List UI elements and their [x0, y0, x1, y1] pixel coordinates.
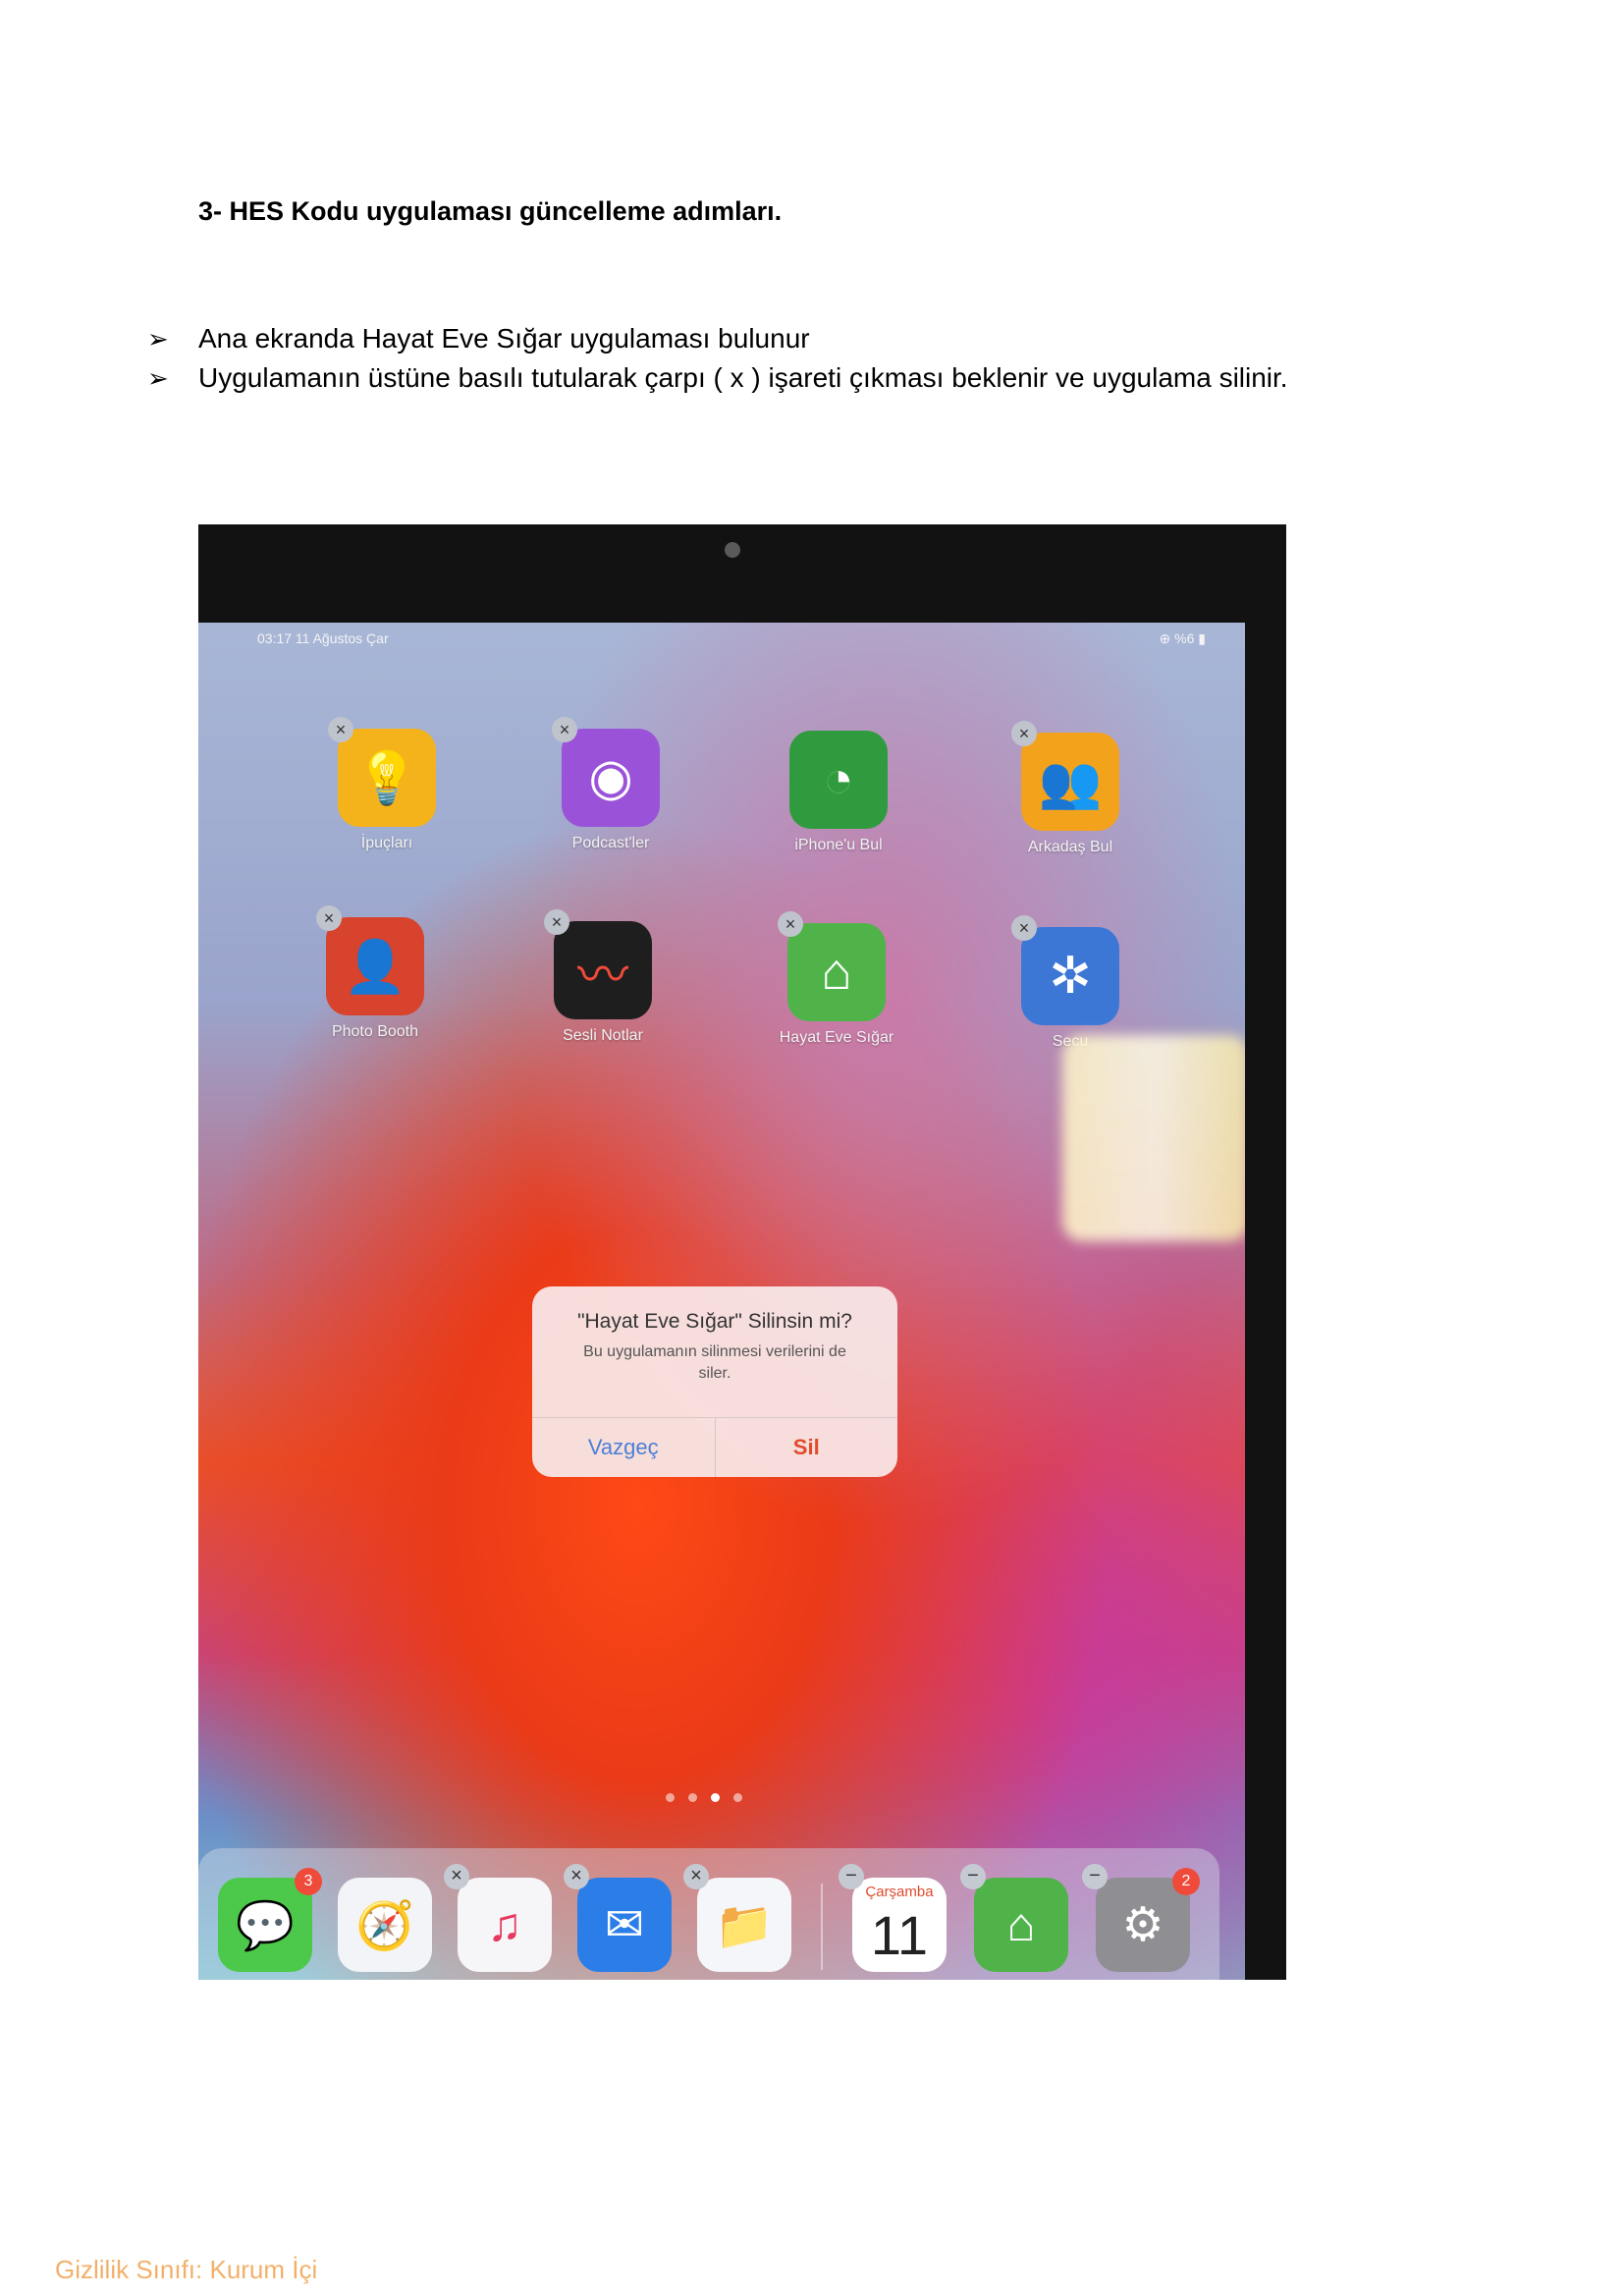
page-dot-active: [711, 1793, 720, 1802]
ipad-home-screen: 03:17 11 Ağustos Çar ⊕ %6 ▮ 💡 × İpuçları…: [198, 623, 1245, 1980]
friends-icon: 👥 ×: [1011, 721, 1119, 831]
delete-confirm-alert: "Hayat Eve Sığar" Silinsin mi? Bu uygula…: [532, 1286, 897, 1477]
page-indicator[interactable]: [666, 1793, 742, 1802]
dock-separator: [821, 1884, 823, 1970]
app-label: İpuçları: [360, 835, 413, 851]
status-battery: ⊕ %6 ▮: [1160, 630, 1206, 647]
app-podcasts[interactable]: ◉ × Podcast'ler: [532, 717, 689, 852]
light-glare: [1062, 1035, 1245, 1241]
classification-footer: Gizlilik Sınıfı: Kurum İçi: [55, 2255, 318, 2284]
lightbulb-icon: 💡 ×: [328, 717, 436, 827]
delete-badge-icon[interactable]: ×: [444, 1864, 469, 1889]
calendar-day: Çarşamba: [865, 1884, 934, 1900]
battery-icon: ▮: [1198, 630, 1206, 646]
app-ipuclari[interactable]: 💡 × İpuçları: [308, 717, 465, 852]
settings-badge: 2: [1172, 1868, 1200, 1895]
ipad-photo: 03:17 11 Ağustos Çar ⊕ %6 ▮ 💡 × İpuçları…: [198, 524, 1286, 1980]
status-time-date: 03:17 11 Ağustos Çar: [257, 630, 389, 646]
app-label: Sesli Notlar: [563, 1027, 643, 1044]
messages-icon[interactable]: 💬 3: [218, 1868, 322, 1972]
arrow-bullet-icon: ➢: [147, 363, 169, 393]
app-hayat-eve-sigar[interactable]: ⌂ × Hayat Eve Sığar: [758, 911, 915, 1047]
app-label: iPhone'u Bul: [794, 837, 883, 853]
arrow-bullet-icon: ➢: [147, 324, 169, 354]
dock: 💬 3 🧭 ♫ × ✉ × 📁 × − Çarşamba 11 ⌂ − ⚙ − …: [198, 1848, 1219, 1980]
house-hands-icon[interactable]: ⌂ −: [960, 1864, 1068, 1972]
app-label: Arkadaş Bul: [1027, 839, 1113, 855]
alert-title: "Hayat Eve Sığar" Silinsin mi?: [577, 1310, 852, 1333]
app-arkadas-bul[interactable]: 👥 × Arkadaş Bul: [992, 721, 1149, 856]
delete-badge-icon[interactable]: ×: [683, 1864, 709, 1889]
app-label: Podcast'ler: [571, 835, 650, 851]
document-heading: 3- HES Kodu uygulaması güncelleme adımla…: [198, 196, 783, 226]
files-icon[interactable]: 📁 ×: [683, 1864, 791, 1972]
delete-badge-icon[interactable]: ×: [316, 905, 342, 931]
app-iphoneu-bul[interactable]: ◔ iPhone'u Bul: [760, 731, 917, 854]
app-label: Photo Booth: [331, 1023, 419, 1040]
delete-badge-icon[interactable]: ×: [552, 717, 577, 742]
music-icon[interactable]: ♫ ×: [444, 1864, 552, 1972]
battery-percent: %6: [1174, 630, 1195, 646]
delete-button[interactable]: Sil: [716, 1418, 898, 1477]
app-security[interactable]: ✲ × Secu: [992, 915, 1149, 1051]
voice-memo-icon: 〰 ×: [544, 909, 652, 1019]
settings-gear-icon[interactable]: ⚙ − 2: [1082, 1864, 1200, 1972]
step-item: ➢ Ana ekranda Hayat Eve Sığar uygulaması…: [147, 319, 1288, 358]
alert-message: Bu uygulamanın silinmesi verilerini de s…: [583, 1343, 846, 1382]
mail-icon[interactable]: ✉ ×: [564, 1864, 672, 1972]
alert-buttons: Vazgeç Sil: [532, 1417, 897, 1477]
page-dot: [733, 1793, 742, 1802]
cancel-button[interactable]: Vazgeç: [532, 1418, 716, 1477]
security-icon: ✲ ×: [1011, 915, 1119, 1025]
calendar-date: 11: [870, 1904, 929, 1966]
step-text: Uygulamanın üstüne basılı tutularak çarp…: [198, 362, 1288, 393]
delete-badge-icon[interactable]: ×: [544, 909, 569, 935]
app-sesli-notlar[interactable]: 〰 × Sesli Notlar: [524, 909, 681, 1045]
camera-icon: [725, 542, 740, 558]
delete-badge-icon[interactable]: ×: [1011, 915, 1037, 941]
photo-booth-icon: 👤 ×: [316, 905, 424, 1015]
step-text: Ana ekranda Hayat Eve Sığar uygulaması b…: [198, 323, 810, 354]
safari-icon[interactable]: 🧭: [338, 1878, 432, 1972]
house-hands-icon: ⌂ ×: [778, 911, 886, 1021]
step-list: ➢ Ana ekranda Hayat Eve Sığar uygulaması…: [147, 319, 1288, 398]
page-dot: [688, 1793, 697, 1802]
radar-icon: ◔: [789, 731, 888, 829]
delete-badge-icon[interactable]: ×: [328, 717, 353, 742]
minus-badge-icon[interactable]: −: [960, 1864, 986, 1889]
orientation-lock-icon: ⊕: [1159, 630, 1171, 646]
step-item: ➢ Uygulamanın üstüne basılı tutularak ça…: [147, 358, 1288, 398]
minus-badge-icon[interactable]: −: [1082, 1864, 1108, 1889]
app-photo-booth[interactable]: 👤 × Photo Booth: [297, 905, 454, 1041]
delete-badge-icon[interactable]: ×: [1011, 721, 1037, 746]
delete-badge-icon[interactable]: ×: [778, 911, 803, 937]
page-dot: [666, 1793, 675, 1802]
delete-badge-icon[interactable]: ×: [564, 1864, 589, 1889]
app-label: Hayat Eve Sığar: [779, 1029, 894, 1046]
podcast-icon: ◉ ×: [552, 717, 660, 827]
messages-badge: 3: [295, 1868, 322, 1895]
calendar-icon[interactable]: − Çarşamba 11: [839, 1864, 947, 1972]
